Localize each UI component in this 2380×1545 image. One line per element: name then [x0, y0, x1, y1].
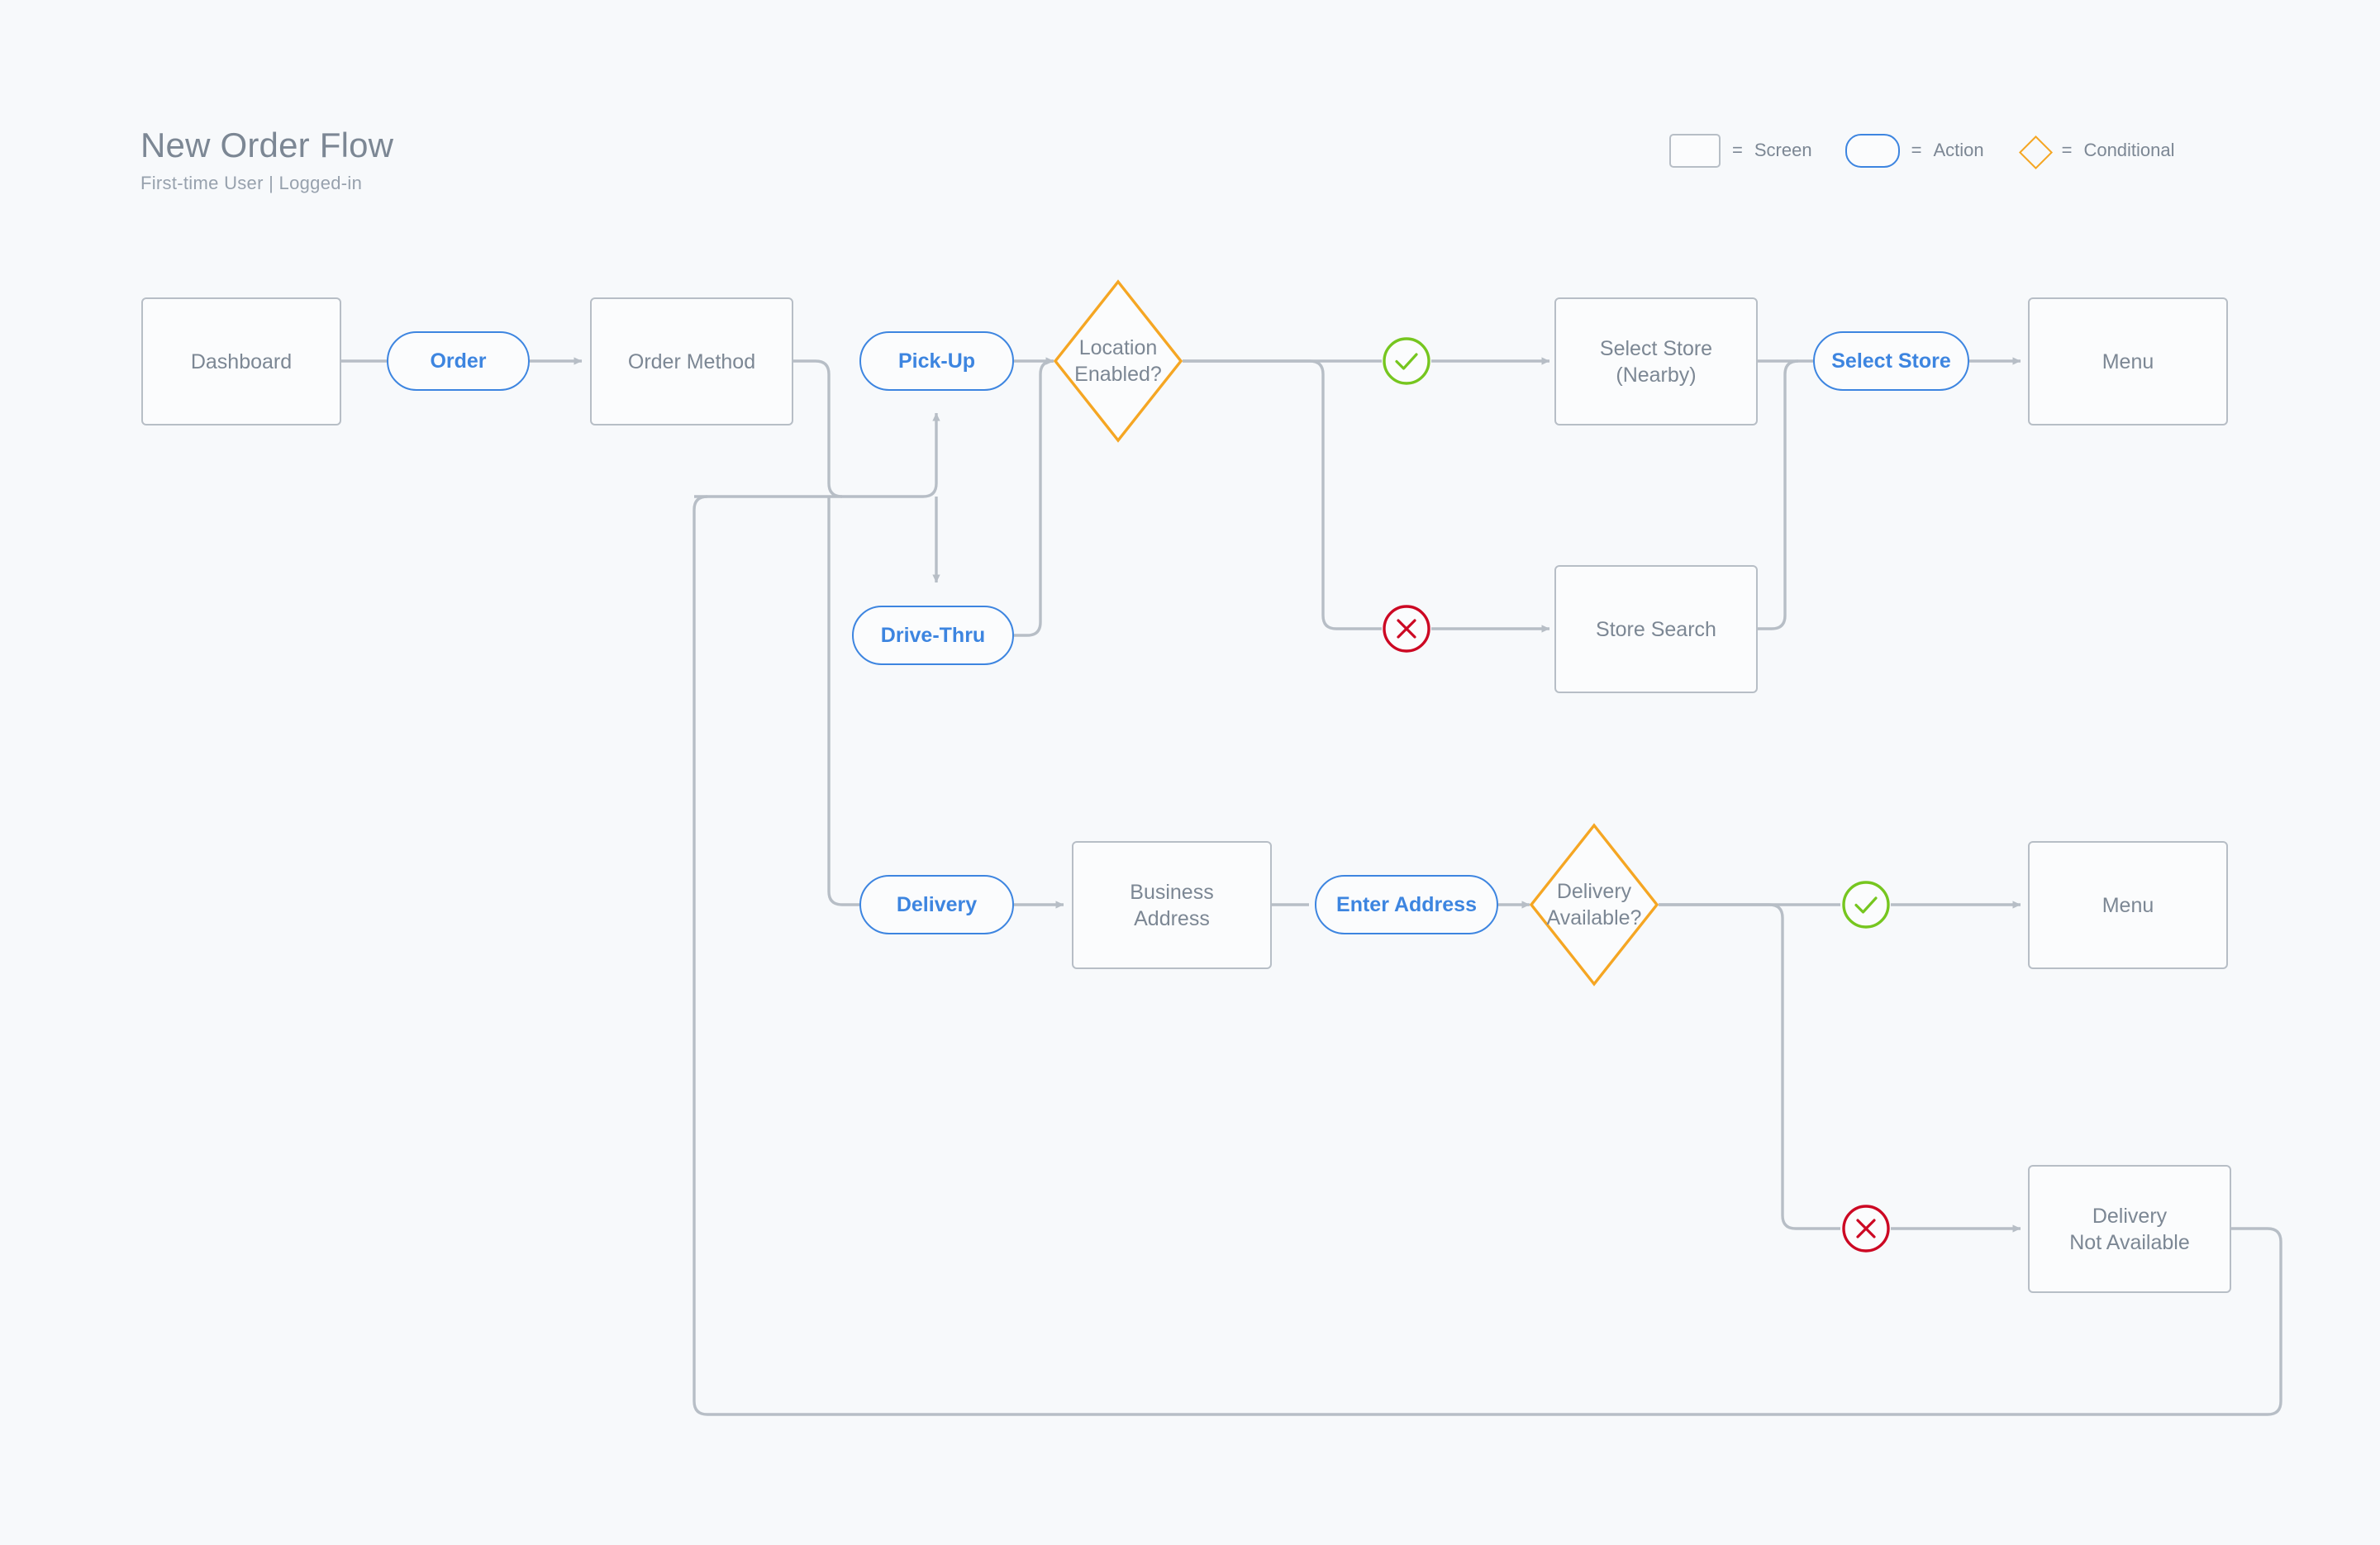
marker-location-no	[1382, 604, 1431, 654]
node-menu-delivery[interactable]: Menu	[2028, 841, 2228, 969]
node-label: Drive-Thru	[880, 624, 986, 647]
edge-location-no	[1183, 359, 1382, 630]
node-label: Menu	[2102, 893, 2154, 917]
node-order[interactable]: Order	[387, 331, 530, 391]
marker-location-yes	[1382, 336, 1431, 386]
node-label-line2: (Nearby)	[1616, 363, 1697, 387]
edge-drivethru-location	[1014, 359, 1054, 637]
node-label: Location Enabled?	[1054, 280, 1183, 442]
node-location-enabled[interactable]: Location Enabled?	[1053, 279, 1183, 443]
node-label-line1: Location	[1078, 336, 1158, 359]
node-label: Delivery Not Available	[2069, 1203, 2189, 1256]
success-check-icon	[1842, 881, 1890, 929]
node-delivery-not-available[interactable]: Delivery Not Available	[2028, 1165, 2231, 1293]
node-label: Delivery Available?	[1530, 824, 1659, 986]
node-label-line2: Not Available	[2069, 1230, 2190, 1254]
node-label: Order	[430, 349, 487, 373]
edge-deliveryavailable-no	[1659, 903, 1840, 1230]
edge-ordermethod-delivery	[827, 497, 870, 906]
success-check-icon	[1383, 337, 1430, 385]
connector-layer	[341, 357, 2282, 1416]
node-label-line2: Available?	[1546, 906, 1642, 929]
node-label-line1: Delivery	[2092, 1204, 2168, 1228]
failure-cross-icon	[1842, 1205, 1890, 1253]
node-select-store-action[interactable]: Select Store	[1813, 331, 1969, 391]
node-dashboard[interactable]: Dashboard	[141, 297, 341, 425]
node-label: Select Store	[1831, 349, 1951, 373]
node-pickup[interactable]: Pick-Up	[859, 331, 1014, 391]
node-label: Business Address	[1130, 879, 1213, 932]
node-drive-thru[interactable]: Drive-Thru	[852, 606, 1014, 665]
node-business-address[interactable]: Business Address	[1072, 841, 1272, 969]
node-label: Pick-Up	[897, 349, 976, 373]
node-label: Dashboard	[190, 349, 293, 373]
failure-cross-icon	[1383, 605, 1430, 653]
node-delivery[interactable]: Delivery	[859, 875, 1014, 934]
node-enter-address[interactable]: Enter Address	[1315, 875, 1498, 934]
node-label-line1: Select Store	[1599, 336, 1713, 360]
node-label: Menu	[2102, 349, 2154, 373]
marker-delivery-no	[1841, 1204, 1891, 1253]
edge-storesearch-selectstoreaction	[1758, 359, 1799, 630]
node-select-store-nearby[interactable]: Select Store (Nearby)	[1554, 297, 1758, 425]
node-label: Enter Address	[1336, 893, 1477, 916]
node-label: Delivery	[896, 893, 978, 916]
node-label: Select Store (Nearby)	[1600, 335, 1712, 388]
node-label-line1: Delivery	[1556, 880, 1632, 903]
node-delivery-available[interactable]: Delivery Available?	[1529, 823, 1659, 986]
node-label-line1: Business	[1130, 880, 1214, 904]
node-label: Store Search	[1596, 617, 1716, 641]
marker-delivery-yes	[1841, 880, 1891, 929]
node-label-line2: Address	[1134, 906, 1210, 930]
flowchart-canvas: New Order Flow First-time User | Logged-…	[0, 0, 2380, 1545]
node-order-method[interactable]: Order Method	[590, 297, 793, 425]
node-store-search[interactable]: Store Search	[1554, 565, 1758, 693]
node-label: Order Method	[627, 349, 756, 373]
node-label-line2: Enabled?	[1074, 363, 1162, 386]
node-menu-pickup[interactable]: Menu	[2028, 297, 2228, 425]
